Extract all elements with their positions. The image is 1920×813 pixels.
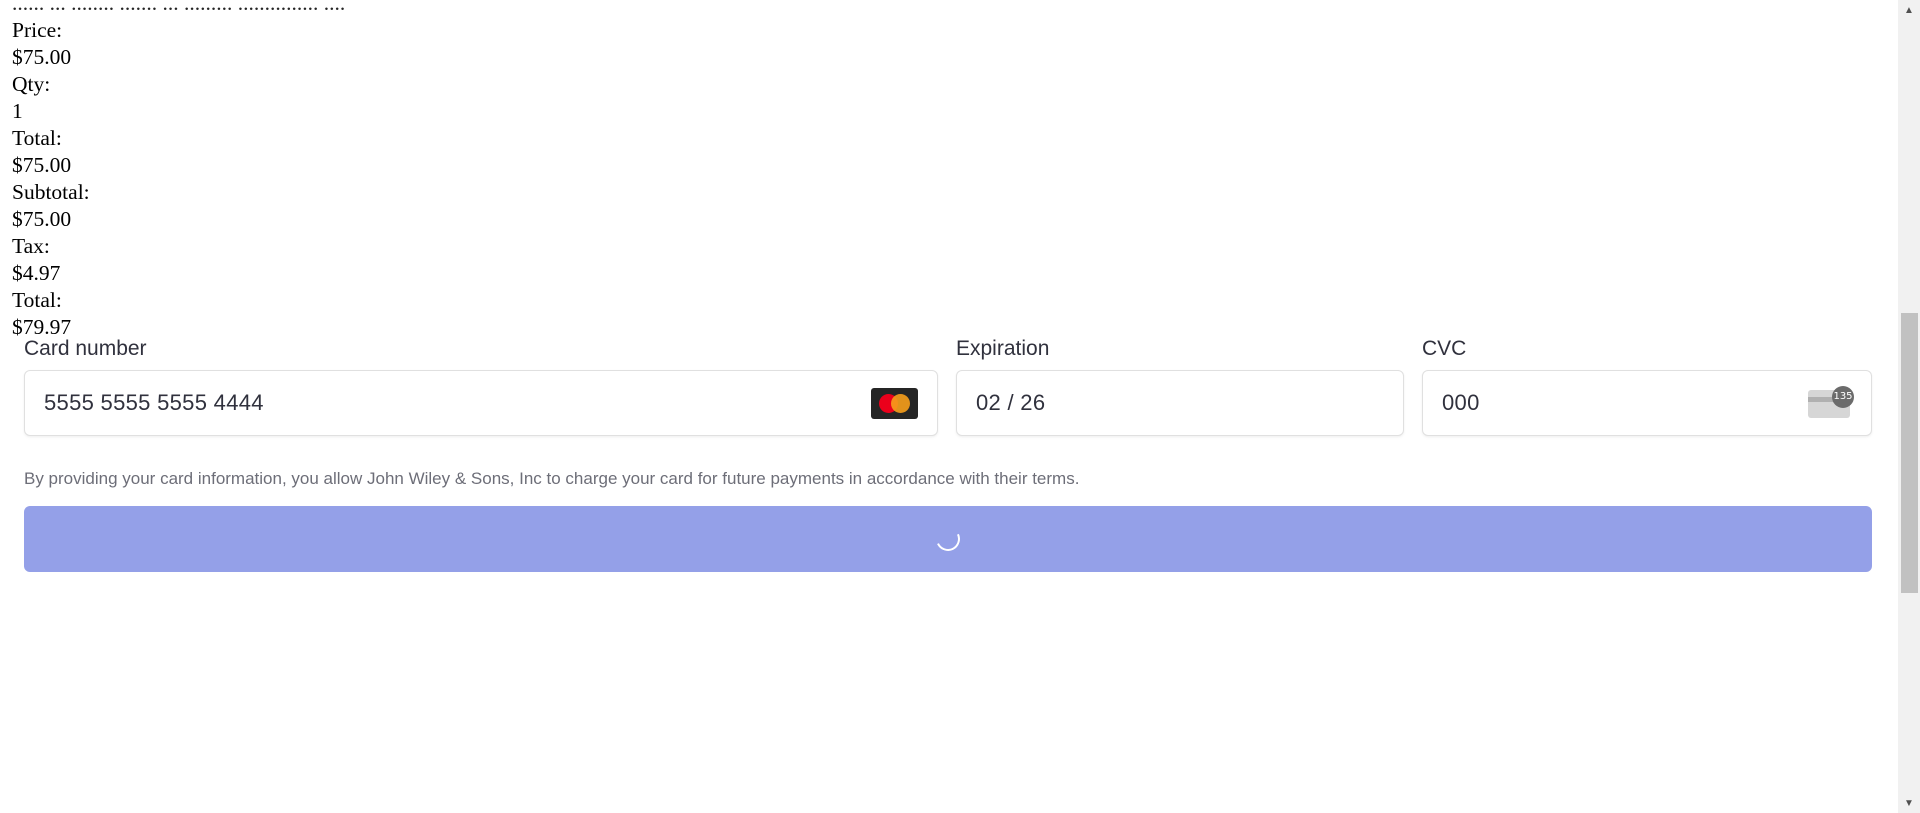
card-number-label: Card number: [24, 337, 147, 360]
cvc-badge: 135: [1832, 386, 1854, 408]
scroll-down-arrow-icon[interactable]: ▼: [1898, 793, 1920, 813]
tax-value: $4.97: [12, 261, 61, 285]
card-number-group: Card number 5555 5555 5555 4444: [24, 336, 938, 436]
cvc-label: CVC: [1422, 337, 1467, 360]
scroll-thumb[interactable]: [1901, 313, 1918, 593]
card-fields-row: Card number 5555 5555 5555 4444 Expirati…: [24, 336, 1872, 436]
expiration-group: Expiration 02 / 26: [956, 336, 1404, 436]
line-total-label: Total:: [12, 126, 62, 150]
terms-text: By providing your card information, you …: [24, 469, 1080, 488]
expiration-label: Expiration: [956, 337, 1050, 360]
loading-spinner-icon: [932, 523, 964, 555]
price-value: $75.00: [12, 45, 72, 69]
qty-value: 1: [12, 99, 23, 123]
expiration-input[interactable]: 02 / 26: [956, 370, 1404, 436]
vertical-scrollbar[interactable]: ▲ ▼: [1898, 0, 1920, 813]
subtotal-label: Subtotal:: [12, 180, 90, 204]
clipped-text-line: ...... ... ........ ....... ... ........…: [12, 0, 346, 15]
cvc-input[interactable]: 000 135: [1422, 370, 1872, 436]
mastercard-icon: [871, 387, 918, 419]
payment-form: Card number 5555 5555 5555 4444 Expirati…: [24, 336, 1872, 572]
scroll-up-arrow-icon[interactable]: ▲: [1898, 0, 1920, 20]
expiration-value: 02 / 26: [976, 390, 1046, 415]
cvc-group: CVC 000 135: [1422, 336, 1872, 436]
card-number-input[interactable]: 5555 5555 5555 4444: [24, 370, 938, 436]
qty-label: Qty:: [12, 72, 51, 96]
tax-label: Tax:: [12, 234, 50, 258]
card-number-value: 5555 5555 5555 4444: [44, 390, 264, 415]
price-label: Price:: [12, 18, 63, 42]
cvc-value: 000: [1442, 390, 1480, 415]
subtotal-value: $75.00: [12, 207, 72, 231]
cvc-card-icon: 135: [1808, 386, 1854, 420]
pay-button[interactable]: [24, 506, 1872, 572]
grand-total-label: Total:: [12, 288, 62, 312]
line-total-value: $75.00: [12, 153, 72, 177]
order-summary: ...... ... ........ ....... ... ........…: [12, 0, 345, 341]
